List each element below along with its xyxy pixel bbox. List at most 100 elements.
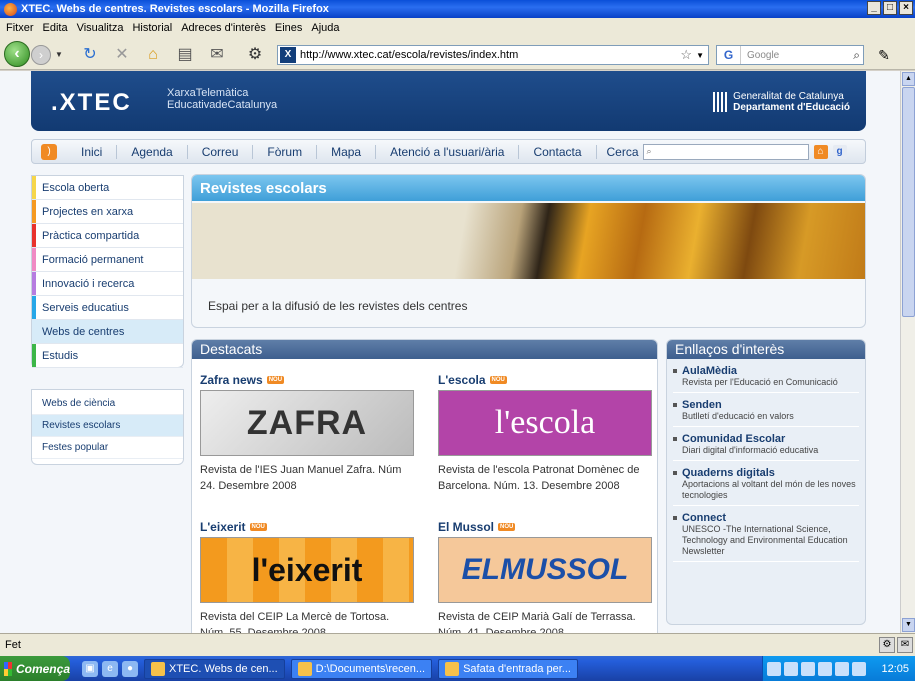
scroll-down-icon[interactable]: ▼ bbox=[902, 618, 915, 632]
nav-inici[interactable]: Inici bbox=[67, 144, 118, 159]
nav-forum[interactable]: Fòrum bbox=[253, 144, 318, 159]
link-senden[interactable]: Senden Butlletí d'educació en valors bbox=[673, 393, 859, 427]
sidebar-item-practica[interactable]: Pràctica compartida bbox=[32, 224, 183, 248]
xtec-logo[interactable]: .XTEC bbox=[51, 89, 132, 117]
firefox-quicklaunch-icon[interactable]: ● bbox=[122, 660, 138, 677]
tray-icon[interactable] bbox=[784, 661, 798, 676]
reload-icon[interactable]: ↻ bbox=[80, 45, 100, 65]
close-button[interactable]: × bbox=[899, 1, 913, 15]
menu-edita[interactable]: Edita bbox=[43, 22, 77, 34]
navigation-toolbar: ‹ › ▼ ↻ ✕ ⌂ ▤ ✉ ⚙ X http://www.xtec.cat/… bbox=[0, 38, 915, 70]
link-connect[interactable]: Connect UNESCO -The International Science… bbox=[673, 506, 859, 562]
print-icon[interactable]: ▤ bbox=[175, 45, 195, 65]
card-desc-line2: Núm. 55. Desembre 2008 bbox=[200, 627, 326, 633]
menu-adreces[interactable]: Adreces d'interès bbox=[181, 22, 275, 34]
menu-historial[interactable]: Historial bbox=[132, 22, 181, 34]
ie-icon[interactable]: e bbox=[102, 660, 118, 677]
card-image[interactable]: l'escola bbox=[438, 390, 652, 456]
card-elmussol[interactable]: El Mussol NOU ELMUSSOL Revista de CEIP Ma… bbox=[438, 520, 652, 633]
menu-ajuda[interactable]: Ajuda bbox=[311, 22, 348, 34]
menu-fitxer[interactable]: Fitxer bbox=[6, 22, 43, 34]
sidebar-item-festes[interactable]: Festes popular bbox=[32, 437, 183, 459]
nav-atencio[interactable]: Atenció a l'usuari/ària bbox=[376, 144, 520, 159]
gencat-line1: Generalitat de Catalunya bbox=[733, 91, 844, 102]
nav-correu[interactable]: Correu bbox=[188, 144, 254, 159]
sidebar-item-serveis[interactable]: Serveis educatius bbox=[32, 296, 183, 320]
site-header: .XTEC XarxaTelemàtica EducativadeCatalun… bbox=[31, 71, 866, 131]
stop-icon[interactable]: ✕ bbox=[112, 45, 132, 65]
tray-icon[interactable] bbox=[852, 661, 866, 676]
sidebar-item-webs-ciencia[interactable]: Webs de ciència bbox=[32, 393, 183, 415]
addon-status-icon[interactable]: ⚙ bbox=[879, 637, 895, 653]
search-engine-icon[interactable]: G bbox=[717, 46, 741, 64]
history-dropdown-icon[interactable]: ▼ bbox=[52, 48, 66, 62]
nav-contacta[interactable]: Contacta bbox=[519, 144, 597, 159]
search-input[interactable]: Google bbox=[741, 50, 853, 61]
google-icon[interactable]: g bbox=[832, 144, 847, 159]
forward-button[interactable]: › bbox=[31, 45, 51, 65]
tray-icon[interactable] bbox=[767, 661, 781, 676]
link-aulamedia[interactable]: AulaMèdia Revista per l'Educació en Comun… bbox=[673, 359, 859, 393]
nav-agenda[interactable]: Agenda bbox=[117, 144, 188, 159]
link-title[interactable]: Connect bbox=[682, 512, 859, 524]
rss-icon[interactable]: ) bbox=[41, 143, 57, 160]
scroll-up-icon[interactable]: ▲ bbox=[902, 72, 915, 86]
mail-icon[interactable]: ✉ bbox=[207, 45, 227, 65]
link-title[interactable]: Senden bbox=[682, 399, 859, 411]
sidebar-sub: Webs de ciència Revistes escolars Festes… bbox=[31, 389, 184, 465]
card-title[interactable]: El Mussol bbox=[438, 520, 494, 534]
menu-visualitza[interactable]: Visualitza bbox=[77, 22, 133, 34]
card-title[interactable]: L'eixerit bbox=[200, 520, 246, 534]
card-image[interactable]: ZAFRA bbox=[200, 390, 414, 456]
vertical-scrollbar[interactable]: ▲ ▼ bbox=[900, 71, 915, 633]
link-title[interactable]: Quaderns digitals bbox=[682, 467, 859, 479]
mail-status-icon[interactable]: ✉ bbox=[897, 637, 913, 653]
sidebar-item-escola-oberta[interactable]: Escola oberta bbox=[32, 176, 183, 200]
addon-icon[interactable]: ✎ bbox=[873, 44, 895, 66]
maximize-button[interactable]: □ bbox=[883, 1, 897, 15]
sidebar-item-estudis[interactable]: Estudis bbox=[32, 344, 183, 368]
home-icon[interactable]: ⌂ bbox=[143, 45, 163, 65]
gencat-logo[interactable]: Generalitat de Catalunya Departament d'E… bbox=[713, 91, 850, 113]
card-image[interactable]: ELMUSSOL bbox=[438, 537, 652, 603]
sidebar-item-webs-centres[interactable]: Webs de centres bbox=[32, 320, 183, 344]
search-bar[interactable]: G Google ⌕ bbox=[716, 45, 864, 65]
back-button[interactable]: ‹ bbox=[4, 41, 30, 67]
firefox-task-icon bbox=[151, 661, 165, 676]
sidebar-item-projectes[interactable]: Projectes en xarxa bbox=[32, 200, 183, 224]
home-shortcut-icon[interactable]: ⌂ bbox=[813, 144, 828, 159]
search-icon[interactable]: ⌕ bbox=[853, 48, 860, 63]
sidebar-item-innovacio[interactable]: Innovació i recerca bbox=[32, 272, 183, 296]
sidebar-item-revistes[interactable]: Revistes escolars bbox=[32, 415, 183, 437]
url-dropdown-icon[interactable]: ▼ bbox=[696, 51, 704, 60]
task-firefox[interactable]: XTEC. Webs de cen... bbox=[144, 658, 285, 679]
card-zafra[interactable]: Zafra news NOU ZAFRA Revista de l'IES Jua… bbox=[200, 373, 414, 494]
desktop-icon[interactable]: ▣ bbox=[82, 660, 98, 677]
minimize-button[interactable]: _ bbox=[867, 1, 881, 15]
start-button[interactable]: Comença bbox=[0, 656, 70, 681]
link-title[interactable]: Comunidad Escolar bbox=[682, 433, 859, 445]
tray-icon[interactable] bbox=[835, 661, 849, 676]
link-title[interactable]: AulaMèdia bbox=[682, 365, 859, 377]
task-explorer[interactable]: D:\Documents\recen... bbox=[290, 658, 433, 679]
card-title[interactable]: L'escola bbox=[438, 373, 486, 387]
sidebar-item-formacio[interactable]: Formació permanent bbox=[32, 248, 183, 272]
nav-mapa[interactable]: Mapa bbox=[317, 144, 377, 159]
card-title[interactable]: Zafra news bbox=[200, 373, 263, 387]
scroll-thumb[interactable] bbox=[902, 87, 915, 317]
task-mail[interactable]: Safata d'entrada per... bbox=[438, 658, 578, 679]
bookmark-star-icon[interactable]: ☆ bbox=[680, 47, 692, 63]
card-lescola[interactable]: L'escola NOU l'escola Revista de l'escola… bbox=[438, 373, 652, 494]
link-quaderns[interactable]: Quaderns digitals Aportacions al voltant … bbox=[673, 461, 859, 506]
card-image[interactable]: l'eixerit bbox=[200, 537, 414, 603]
menu-eines[interactable]: Eines bbox=[275, 22, 312, 34]
url-bar[interactable]: X http://www.xtec.cat/escola/revistes/in… bbox=[277, 45, 709, 65]
url-text[interactable]: http://www.xtec.cat/escola/revistes/inde… bbox=[300, 49, 680, 61]
settings-icon[interactable]: ⚙ bbox=[245, 45, 265, 65]
tray-icon[interactable] bbox=[818, 661, 832, 676]
site-search-input[interactable]: ⌕ bbox=[642, 143, 809, 160]
card-leixerit[interactable]: L'eixerit NOU l'eixerit Revista del CEIP … bbox=[200, 520, 414, 633]
tray-icon[interactable] bbox=[801, 661, 815, 676]
color-bar bbox=[32, 224, 36, 247]
link-comunidad[interactable]: Comunidad Escolar Diari digital d'informa… bbox=[673, 427, 859, 461]
